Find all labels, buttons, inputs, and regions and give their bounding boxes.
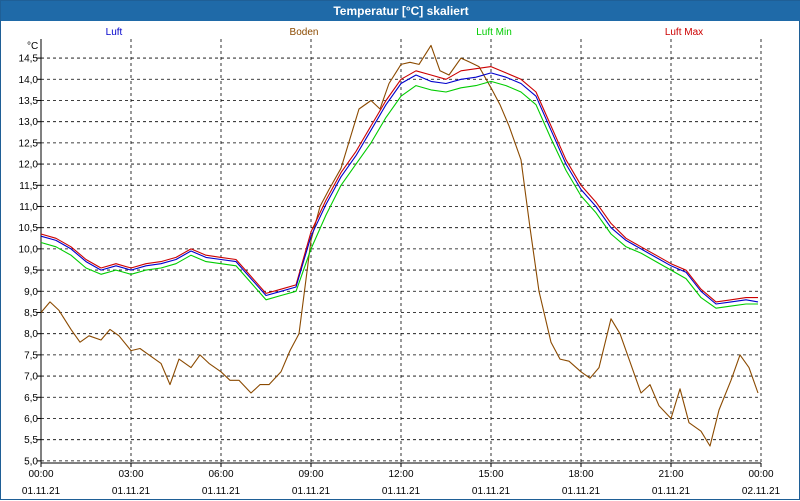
y-tick-label: 10,0 — [19, 244, 39, 255]
x-tick-time-label: 15:00 — [478, 469, 503, 480]
x-tick-date-label: 01.11.21 — [472, 486, 511, 497]
y-tick-label: 7,5 — [24, 350, 38, 361]
legend-entry-luft-min: Luft Min — [476, 27, 512, 38]
y-tick-label: 9,5 — [24, 266, 38, 277]
x-tick-time-label: 00:00 — [28, 469, 53, 480]
y-tick-label: 8,5 — [24, 308, 38, 319]
x-tick-time-label: 03:00 — [118, 469, 143, 480]
x-tick-date-label: 01.11.21 — [112, 486, 151, 497]
series-line-luft-min — [40, 80, 758, 309]
x-tick-date-label: 01.11.21 — [562, 486, 601, 497]
x-tick-time-label: 00:00 — [748, 469, 773, 480]
y-tick-label: 14,0 — [19, 75, 39, 86]
tick-labels: 5,0 5,5 6,0 6,5 7,0 7,5 8,0 8,5 9,0 9,5 10,0 10,5 11… — [19, 54, 781, 497]
series-line-luft-max — [40, 66, 758, 303]
y-tick-label: 11,0 — [19, 202, 38, 213]
y-tick-label: 8,0 — [24, 329, 38, 340]
y-tick-label: 14,5 — [19, 54, 39, 65]
y-tick-label: 13,5 — [19, 96, 39, 107]
chart-window: Temperatur [°C] skaliert °C 5,0 5,5 6,0 6,5… — [0, 0, 800, 500]
series-line-boden — [40, 44, 759, 447]
y-tick-label: 10,5 — [19, 223, 39, 234]
legend-entry-luft-max: Luft Max — [665, 27, 703, 38]
legend: Luft Boden Luft Min Luft Max — [106, 27, 704, 38]
x-tick-date-label: 01.11.21 — [292, 486, 331, 497]
x-tick-date-label: 01.11.21 — [22, 486, 61, 497]
x-tick-date-label: 01.11.21 — [382, 486, 421, 497]
y-tick-label: 6,5 — [24, 393, 38, 404]
grid — [41, 39, 762, 463]
y-tick-label: 7,0 — [24, 372, 38, 383]
y-axis-unit-label: °C — [27, 41, 38, 52]
x-tick-time-label: 21:00 — [658, 469, 683, 480]
y-tick-label: 13,0 — [19, 117, 39, 128]
y-tick-label: 5,0 — [24, 456, 38, 467]
y-tick-label: 5,5 — [24, 435, 38, 446]
x-tick-time-label: 06:00 — [208, 469, 233, 480]
x-tick-time-label: 18:00 — [568, 469, 593, 480]
legend-entry-boden: Boden — [290, 27, 319, 38]
x-tick-date-label: 01.11.21 — [652, 486, 691, 497]
y-tick-label: 12,0 — [19, 160, 39, 171]
x-tick-time-label: 09:00 — [298, 469, 323, 480]
series-lines — [40, 44, 759, 447]
y-tick-label: 12,5 — [19, 138, 39, 149]
x-tick-time-label: 12:00 — [388, 469, 413, 480]
x-tick-date-label: 01.11.21 — [202, 486, 241, 497]
y-tick-label: 6,0 — [24, 414, 38, 425]
x-tick-date-label: 02.11.21 — [742, 486, 781, 497]
y-tick-label: 11,5 — [19, 181, 38, 192]
y-tick-label: 9,0 — [24, 287, 38, 298]
chart-canvas: °C 5,0 5,5 6,0 6,5 7,0 7,5 8,0 8,5 9,0 9,5 10,0 10,… — [19, 27, 781, 497]
legend-entry-luft: Luft — [106, 27, 123, 38]
